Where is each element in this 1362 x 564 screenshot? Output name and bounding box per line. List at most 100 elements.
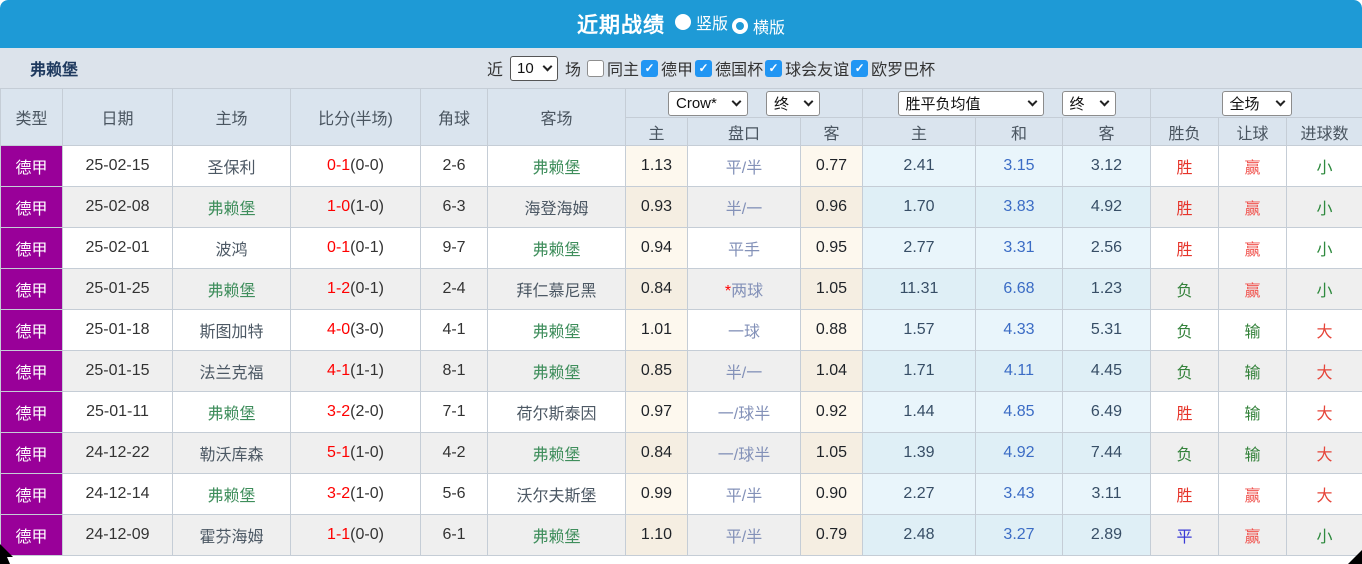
sub-header-odds-home: 主 xyxy=(625,117,688,146)
home-team-cell: 法兰克福 xyxy=(172,350,291,392)
handicap-cell: 平/半 xyxy=(687,145,801,187)
odds-company-select[interactable]: Crow* xyxy=(668,90,748,116)
score-cell: 1-1(0-0) xyxy=(290,514,421,556)
corner-cell: 7-1 xyxy=(420,391,488,433)
away-odds-cell: 1.05 xyxy=(800,268,863,310)
avg-away-cell: 5.31 xyxy=(1062,309,1151,351)
sub-header-handicap: 盘口 xyxy=(687,117,801,146)
avg-draw-cell: 6.68 xyxy=(975,268,1063,310)
avg-home-cell: 2.48 xyxy=(862,514,976,556)
avg-away-cell: 1.23 xyxy=(1062,268,1151,310)
score-cell: 4-0(3-0) xyxy=(290,309,421,351)
avg-draw-cell: 3.15 xyxy=(975,145,1063,187)
result-cell: 胜 xyxy=(1150,227,1219,269)
handicap-cell: 半/一 xyxy=(687,350,801,392)
checkbox-checked-icon[interactable]: ✓ xyxy=(765,59,783,77)
avg-away-cell: 2.89 xyxy=(1062,514,1151,556)
match-count-select[interactable]: 10 xyxy=(510,55,559,81)
checkbox-checked-icon[interactable]: ✓ xyxy=(851,59,869,77)
result-cell: 胜 xyxy=(1150,186,1219,228)
scope-group-header: 全场 xyxy=(1149,88,1362,118)
league-cell: 德甲 xyxy=(0,186,63,228)
results-table-body: 德甲 25-02-15 圣保利 0-1(0-0) 2-6 弗赖堡 1.13 平/半 0.77 2.… xyxy=(0,145,1362,556)
goals-cell: 大 xyxy=(1285,391,1362,433)
away-team-cell: 弗赖堡 xyxy=(487,514,626,556)
handicap-cell: *两球 xyxy=(687,268,801,310)
home-team-cell: 勒沃库森 xyxy=(172,432,291,474)
handicap-result-cell: 赢 xyxy=(1218,268,1287,310)
away-odds-cell: 0.95 xyxy=(800,227,863,269)
avg-away-cell: 6.49 xyxy=(1062,391,1151,433)
avg-home-cell: 1.44 xyxy=(862,391,976,433)
away-team-cell: 弗赖堡 xyxy=(487,309,626,351)
table-row: 德甲 25-02-08 弗赖堡 1-0(1-0) 6-3 海登海姆 0.93 半/一 0.96 1… xyxy=(0,186,1362,228)
filter-label: 球会友谊 xyxy=(785,62,850,79)
avg-away-cell: 2.56 xyxy=(1062,227,1151,269)
goals-cell: 小 xyxy=(1285,227,1362,269)
col-header-away: 客场 xyxy=(487,88,626,146)
checkbox-unchecked-icon[interactable]: ✓ xyxy=(587,59,605,77)
col-header-type: 类型 xyxy=(0,88,63,146)
scope-select[interactable]: 全场 xyxy=(1221,90,1292,116)
handicap-cell: 一/球半 xyxy=(687,432,801,474)
handicap-result-cell: 输 xyxy=(1218,391,1287,433)
handicap-result-cell: 输 xyxy=(1218,309,1287,351)
filter-德甲[interactable]: ✓ 德甲 xyxy=(639,56,693,80)
corner-cell: 4-2 xyxy=(420,432,488,474)
home-odds-cell: 0.85 xyxy=(625,350,688,392)
avg-draw-cell: 4.33 xyxy=(975,309,1063,351)
chevron-down-icon xyxy=(803,96,814,107)
table-row: 德甲 25-01-18 斯图加特 4-0(3-0) 4-1 弗赖堡 1.01 一球 0.88 1.… xyxy=(0,309,1362,351)
radio-横版[interactable] xyxy=(732,18,748,34)
avg-group-header: 胜平负均值 终 xyxy=(862,88,1151,118)
table-row: 德甲 25-02-01 波鸿 0-1(0-1) 9-7 弗赖堡 0.94 平手 0.95 2.77… xyxy=(0,227,1362,269)
away-odds-cell: 0.88 xyxy=(800,309,863,351)
date-cell: 24-12-09 xyxy=(62,514,173,556)
handicap-result-cell: 输 xyxy=(1218,350,1287,392)
home-team-cell: 霍芬海姆 xyxy=(172,514,291,556)
table-row: 德甲 25-01-11 弗赖堡 3-2(2-0) 7-1 荷尔斯泰因 0.97 一/球半 0.9… xyxy=(0,391,1362,433)
away-odds-cell: 1.05 xyxy=(800,432,863,474)
corner-cell: 4-1 xyxy=(420,309,488,351)
filter-德国杯[interactable]: ✓ 德国杯 xyxy=(693,56,763,80)
home-team-cell: 斯图加特 xyxy=(172,309,291,351)
result-cell: 负 xyxy=(1150,309,1219,351)
avg-draw-cell: 3.83 xyxy=(975,186,1063,228)
odds-time-select[interactable]: 终 xyxy=(766,90,820,116)
table-row: 德甲 24-12-22 勒沃库森 5-1(1-0) 4-2 弗赖堡 0.84 一/球半 1.05… xyxy=(0,432,1362,474)
avg-type-select[interactable]: 胜平负均值 xyxy=(897,90,1044,116)
corner-cell: 2-6 xyxy=(420,145,488,187)
date-cell: 25-01-25 xyxy=(62,268,173,310)
checkbox-checked-icon[interactable]: ✓ xyxy=(641,59,659,77)
corner-cell: 5-6 xyxy=(420,473,488,515)
goals-cell: 小 xyxy=(1285,268,1362,310)
checkbox-checked-icon[interactable]: ✓ xyxy=(695,59,713,77)
away-odds-cell: 0.90 xyxy=(800,473,863,515)
league-cell: 德甲 xyxy=(0,309,63,351)
score-cell: 5-1(1-0) xyxy=(290,432,421,474)
date-cell: 25-01-18 xyxy=(62,309,173,351)
goals-cell: 小 xyxy=(1285,145,1362,187)
avg-away-cell: 3.12 xyxy=(1062,145,1151,187)
corner-cell: 8-1 xyxy=(420,350,488,392)
result-cell: 负 xyxy=(1150,432,1219,474)
results-table: 类型 日期 主场 比分(半场) 角球 客场 Crow* 终 胜平负均值 终 全场… xyxy=(0,88,1362,556)
avg-time-select[interactable]: 终 xyxy=(1061,90,1116,116)
away-team-cell: 海登海姆 xyxy=(487,186,626,228)
result-cell: 负 xyxy=(1150,268,1219,310)
corner-cell: 9-7 xyxy=(420,227,488,269)
table-row: 德甲 25-01-15 法兰克福 4-1(1-1) 8-1 弗赖堡 0.85 半/一 1.04 1… xyxy=(0,350,1362,392)
filter-球会友谊[interactable]: ✓ 球会友谊 xyxy=(763,56,849,80)
date-cell: 25-02-08 xyxy=(62,186,173,228)
radio-竖版[interactable] xyxy=(674,14,691,30)
home-team-cell: 弗赖堡 xyxy=(172,186,291,228)
filter-同主[interactable]: ✓同主 xyxy=(585,56,639,80)
filter-欧罗巴杯[interactable]: ✓ 欧罗巴杯 xyxy=(849,56,935,80)
league-cell: 德甲 xyxy=(0,350,63,392)
away-team-cell: 拜仁慕尼黑 xyxy=(487,268,626,310)
handicap-cell: 半/一 xyxy=(687,186,801,228)
avg-draw-cell: 4.11 xyxy=(975,350,1063,392)
avg-draw-cell: 3.43 xyxy=(975,473,1063,515)
home-team-cell: 弗赖堡 xyxy=(172,473,291,515)
recent-results-panel: 近期战绩 竖版横版 弗赖堡 近 10 场 ✓同主✓德甲✓德国杯✓球会友谊✓欧罗巴… xyxy=(0,0,1362,564)
